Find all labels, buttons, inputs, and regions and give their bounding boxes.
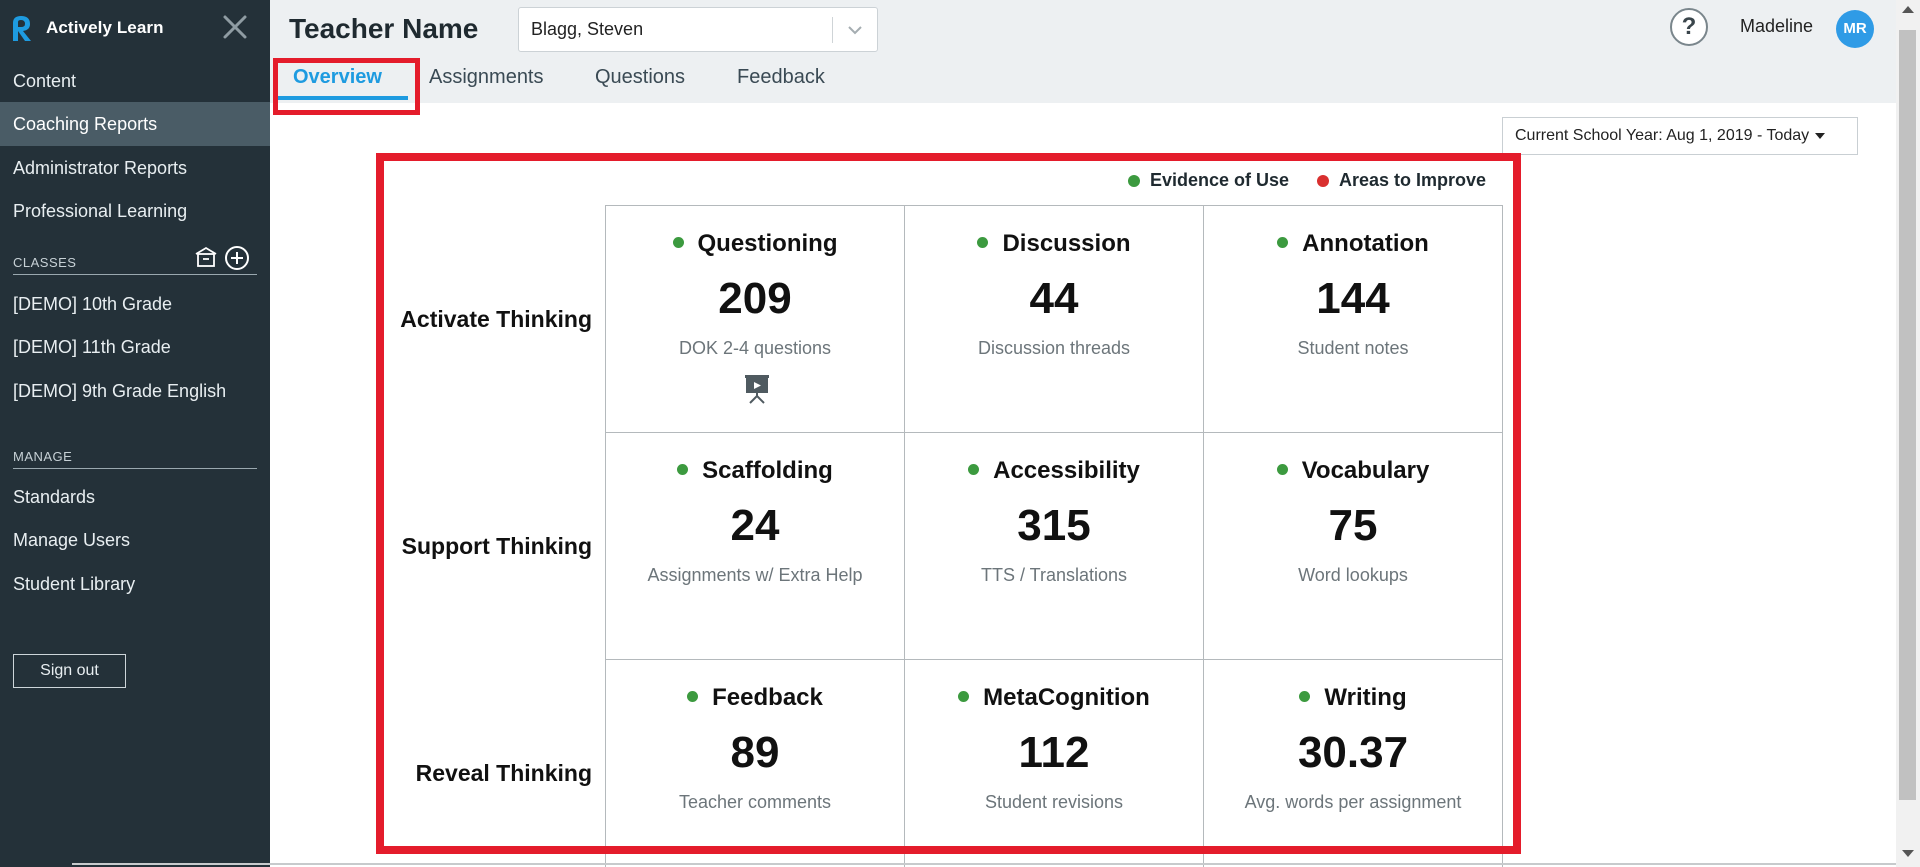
manage-section-label: MANAGE xyxy=(13,449,257,469)
scroll-down-icon[interactable] xyxy=(1902,850,1914,857)
teacher-select-value: Blagg, Steven xyxy=(531,19,644,39)
sidebar-item-content[interactable]: Content xyxy=(0,59,270,103)
date-range-value: Current School Year: Aug 1, 2019 - Today xyxy=(1515,127,1810,144)
user-name[interactable]: Madeline xyxy=(1740,16,1813,37)
class-actions xyxy=(194,245,250,271)
avatar[interactable]: MR xyxy=(1836,10,1874,48)
bottom-divider xyxy=(72,863,1896,865)
teacher-select[interactable]: Blagg, Steven xyxy=(518,7,878,52)
chevron-down-icon xyxy=(848,26,862,35)
sidebar-class-10th-grade[interactable]: [DEMO] 10th Grade xyxy=(0,282,270,326)
close-sidebar-icon[interactable] xyxy=(222,14,248,40)
select-divider xyxy=(832,17,833,43)
archive-icon[interactable] xyxy=(194,245,218,269)
tab-assignments[interactable]: Assignments xyxy=(429,66,544,89)
date-range-dropdown[interactable]: Current School Year: Aug 1, 2019 - Today xyxy=(1502,117,1858,155)
sidebar-item-administrator-reports[interactable]: Administrator Reports xyxy=(0,146,270,190)
sidebar-class-9th-grade-english[interactable]: [DEMO] 9th Grade English xyxy=(0,369,270,413)
caret-down-icon xyxy=(1815,132,1826,139)
help-button[interactable]: ? xyxy=(1670,8,1708,46)
sidebar: Actively Learn Content Coaching Reports … xyxy=(0,0,270,867)
scrollbar-thumb[interactable] xyxy=(1899,30,1916,800)
page-title: Teacher Name xyxy=(289,13,479,44)
sidebar-item-standards[interactable]: Standards xyxy=(0,475,270,519)
sidebar-item-student-library[interactable]: Student Library xyxy=(0,562,270,606)
tab-highlight-box xyxy=(273,58,420,115)
panel-highlight-box xyxy=(376,153,1521,854)
sidebar-item-coaching-reports[interactable]: Coaching Reports xyxy=(0,102,270,146)
sidebar-class-11th-grade[interactable]: [DEMO] 11th Grade xyxy=(0,325,270,369)
vertical-scrollbar[interactable] xyxy=(1896,0,1920,867)
sign-out-button[interactable]: Sign out xyxy=(13,654,126,688)
add-circle-icon[interactable] xyxy=(224,245,250,271)
scroll-up-icon[interactable] xyxy=(1902,6,1914,13)
sidebar-item-manage-users[interactable]: Manage Users xyxy=(0,518,270,562)
brand[interactable]: Actively Learn xyxy=(10,12,164,44)
sidebar-item-professional-learning[interactable]: Professional Learning xyxy=(0,189,270,233)
brand-name: Actively Learn xyxy=(46,18,164,37)
header: Teacher Name Blagg, Steven ? Madeline MR… xyxy=(270,0,1896,115)
tab-feedback[interactable]: Feedback xyxy=(737,66,825,89)
actively-learn-logo-icon xyxy=(13,16,31,41)
tab-questions[interactable]: Questions xyxy=(595,66,685,89)
